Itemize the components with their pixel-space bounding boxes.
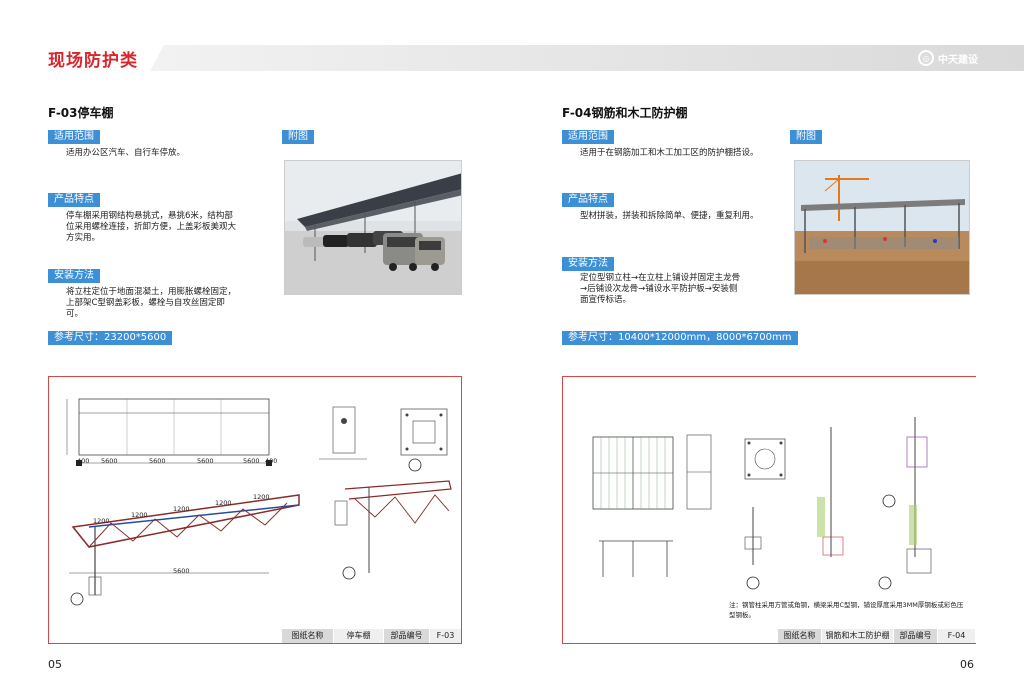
right-scope-label: 适用范围 [562, 130, 614, 144]
left-install-line: 将立柱定位于地面混凝土，用膨胀螺栓固定， [66, 287, 237, 297]
left-dim-1: 5600 [101, 457, 118, 465]
left-dim-seg2: 1200 [131, 511, 148, 519]
left-scope-label: 适用范围 [48, 130, 100, 144]
left-tb-code-label: 部品编号 [383, 629, 429, 643]
right-page-number: 06 [960, 658, 974, 671]
right-tb-name-value: 钢筋和木工防护棚 [821, 629, 893, 643]
left-features-line: 停车棚采用钢结构悬挑式，悬挑6米，结构部 [66, 211, 233, 221]
right-size-label: 参考尺寸：10400*12000mm，8000*6700mm [562, 331, 798, 345]
left-dim-400b: 400 [265, 457, 278, 465]
page-title: 现场防护类 [48, 51, 138, 71]
left-dim-4: 5600 [243, 457, 260, 465]
left-page-number: 05 [48, 658, 62, 671]
left-install-label: 安装方法 [48, 269, 100, 283]
shelter-photo-image [795, 161, 969, 294]
left-photo-label: 附图 [282, 130, 314, 144]
left-dim-seg5: 1200 [253, 493, 270, 501]
shelter-drawing-frame: 注：钢管柱采用方管或角钢，横梁采用C型钢，铺设厚度采用3MM厚钢板或彩色压型钢板… [562, 376, 976, 644]
left-tb-name-label: 图纸名称 [281, 629, 333, 643]
shelter-photo [794, 160, 970, 295]
carport-photo [284, 160, 462, 295]
right-tb-code-value: F-04 [937, 629, 975, 643]
header-band [0, 0, 1024, 86]
right-install-line: 定位型钢立柱→在立柱上铺设并固定主龙骨 [580, 273, 741, 283]
left-size-label: 参考尺寸：23200*5600 [48, 331, 173, 345]
left-features-label: 产品特点 [48, 193, 100, 207]
carport-drawing [66, 398, 452, 606]
right-drawing-note: 注：钢管柱采用方管或角钢，横梁采用C型钢，铺设厚度采用3MM厚钢板或彩色压型钢板… [729, 601, 964, 619]
right-install-label: 安装方法 [562, 257, 614, 271]
logo-mark-icon: ◎ [918, 50, 934, 66]
left-features-line: 位采用螺栓连接，折卸方便，上盖彩板美观大 [66, 222, 237, 232]
right-code-title: F-04钢筋和木工防护棚 [562, 106, 688, 120]
right-tb-name-label: 图纸名称 [777, 629, 821, 643]
carport-photo-image [285, 161, 461, 294]
left-dim-seg4: 1200 [215, 499, 232, 507]
left-dim-2: 5600 [149, 457, 166, 465]
right-features-text: 型材拼装，拼装和拆除简单、便捷，重复利用。 [580, 211, 759, 221]
right-scope-text: 适用于在钢筋加工和木工加工区的防护棚搭设。 [580, 148, 759, 158]
right-features-label: 产品特点 [562, 193, 614, 207]
header-gray-bar [150, 45, 1024, 71]
carport-drawing-frame: 400 5600 5600 5600 5600 400 5600 1200 12… [48, 376, 462, 644]
left-dim-400: 400 [77, 457, 90, 465]
left-code-title: F-03停车棚 [48, 106, 114, 120]
right-photo-label: 附图 [790, 130, 822, 144]
left-dim-seg3: 1200 [173, 505, 190, 513]
left-scope-text: 适用办公区汽车、自行车停放。 [66, 148, 186, 158]
right-install-line: 面宣传标语。 [580, 295, 632, 305]
left-install-text: 将立柱定位于地面混凝土，用膨胀螺栓固定， 上部架C型钢盖彩板，螺栓与自攻丝固定即… [66, 287, 236, 320]
left-title-block: 图纸名称 停车棚 部品编号 F-03 [281, 629, 461, 643]
left-tb-name-value: 停车棚 [333, 629, 383, 643]
left-install-line: 可。 [66, 309, 84, 319]
company-logo: ◎ 中天建设 [918, 49, 978, 67]
right-tb-code-label: 部品编号 [893, 629, 937, 643]
left-tb-code-value: F-03 [429, 629, 461, 643]
logo-text: 中天建设 [938, 54, 978, 66]
left-dim-seg1: 1200 [93, 517, 110, 525]
left-dim-span: 5600 [173, 567, 190, 575]
left-install-line: 上部架C型钢盖彩板，螺栓与自攻丝固定即 [66, 298, 225, 308]
left-features-line: 方实用。 [66, 233, 101, 243]
right-install-line: →后铺设次龙骨→铺设水平防护板→安装侧 [580, 284, 738, 294]
right-title-block: 图纸名称 钢筋和木工防护棚 部品编号 F-04 [777, 629, 975, 643]
right-install-text: 定位型钢立柱→在立柱上铺设并固定主龙骨 →后铺设次龙骨→铺设水平防护板→安装侧 … [580, 273, 740, 306]
left-features-text: 停车棚采用钢结构悬挑式，悬挑6米，结构部 位采用螺栓连接，折卸方便，上盖彩板美观… [66, 211, 236, 244]
left-dim-3: 5600 [197, 457, 214, 465]
